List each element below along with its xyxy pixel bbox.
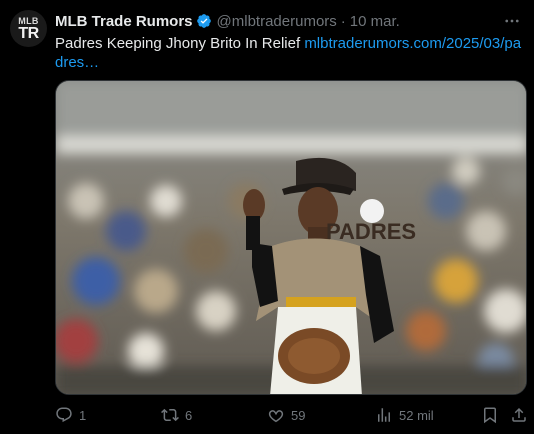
tweet-text: Padres Keeping Jhony Brito In Relief mlb… [55,34,527,72]
views-chart-icon [378,408,390,422]
avatar[interactable]: MLB TR [10,10,47,47]
more-options-icon[interactable] [502,11,522,31]
author-handle[interactable]: @mlbtraderumors [217,13,337,30]
like-count: 59 [291,407,306,423]
repost-count: 6 [185,407,193,423]
repost-button[interactable]: 6 [161,405,192,425]
reply-count: 1 [79,407,87,423]
reply-icon [56,407,72,423]
tweet-body: Padres Keeping Jhony Brito In Relief [55,35,305,52]
share-icon [512,407,526,422]
tweet-media-image[interactable]: PADRES [55,80,527,395]
pitcher-photo: PADRES [56,81,526,394]
separator-dot: · [340,12,346,30]
jersey-lettering: PADRES [326,219,416,244]
reply-button[interactable]: 1 [55,405,86,425]
avatar-text-bottom: TR [18,24,39,42]
tweet-actions-bar: 1 6 59 52 mil [55,405,529,425]
tweet-card[interactable]: MLB TR MLB Trade Rumors @mlbtraderumors … [0,0,534,434]
bookmark-button[interactable] [481,405,499,425]
heart-icon [268,410,284,423]
share-button[interactable] [510,405,528,425]
like-button[interactable]: 59 [267,405,305,425]
view-count: 52 mil [399,407,434,423]
tweet-date[interactable]: 10 mar. [350,13,400,30]
author-name[interactable]: MLB Trade Rumors [55,13,193,30]
tweet-header: MLB Trade Rumors @mlbtraderumors · 10 ma… [55,11,400,31]
views-button[interactable]: 52 mil [375,405,434,425]
repost-icon [161,408,179,422]
bookmark-icon [484,407,496,424]
verified-badge-icon [196,13,212,29]
